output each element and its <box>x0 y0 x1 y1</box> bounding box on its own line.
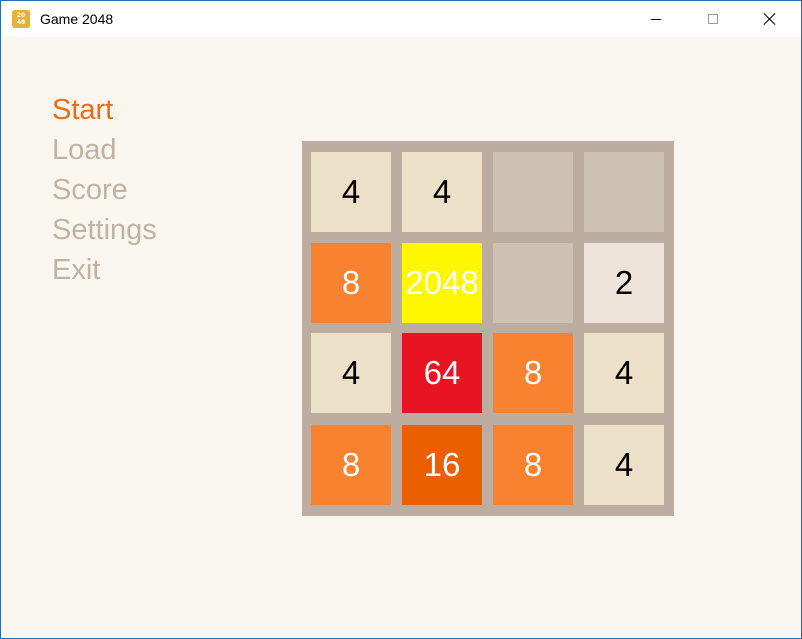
maximize-icon <box>708 14 718 24</box>
menu-item-start[interactable]: Start <box>52 90 157 130</box>
minimize-button[interactable] <box>633 1 679 37</box>
main-menu: Start Load Score Settings Exit <box>52 90 157 290</box>
empty-cell <box>584 152 664 232</box>
tile-64: 64 <box>402 333 482 413</box>
tile-4: 4 <box>584 425 664 505</box>
game-board: 4 4 8 2048 2 4 64 8 4 8 16 8 4 <box>302 141 674 516</box>
tile-8: 8 <box>493 425 573 505</box>
tile-2048: 2048 <box>402 243 482 323</box>
tile-4: 4 <box>584 333 664 413</box>
empty-cell <box>493 152 573 232</box>
window-title: Game 2048 <box>40 11 114 27</box>
app-2048-icon: 20 48 <box>12 10 30 28</box>
tile-8: 8 <box>311 425 391 505</box>
tile-8: 8 <box>311 243 391 323</box>
tile-2: 2 <box>584 243 664 323</box>
close-icon <box>763 12 777 26</box>
maximize-button[interactable] <box>690 1 736 37</box>
tile-4: 4 <box>311 333 391 413</box>
menu-item-load[interactable]: Load <box>52 130 157 170</box>
menu-item-exit[interactable]: Exit <box>52 250 157 290</box>
menu-item-settings[interactable]: Settings <box>52 210 157 250</box>
close-button[interactable] <box>747 1 793 37</box>
game-window: 20 48 Game 2048 Start Load Score Settings… <box>0 0 802 639</box>
tile-4: 4 <box>311 152 391 232</box>
minimize-icon <box>651 18 661 20</box>
menu-item-score[interactable]: Score <box>52 170 157 210</box>
tile-8: 8 <box>493 333 573 413</box>
empty-cell <box>493 243 573 323</box>
tile-16: 16 <box>402 425 482 505</box>
title-bar[interactable]: 20 48 Game 2048 <box>1 1 801 37</box>
tile-4: 4 <box>402 152 482 232</box>
